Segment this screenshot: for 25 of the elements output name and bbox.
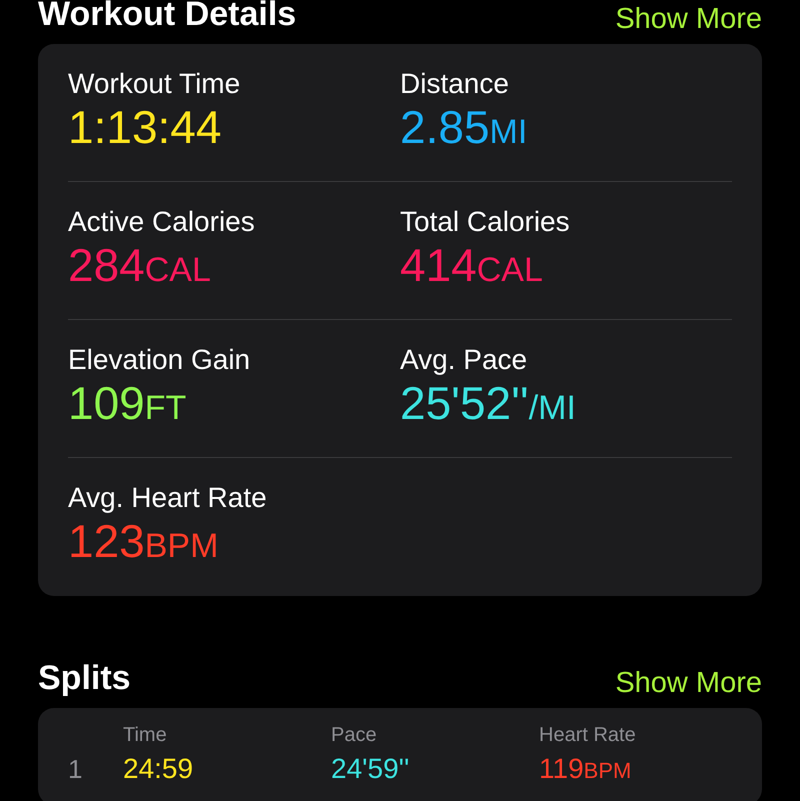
metric-value: 1:13:44 xyxy=(68,102,222,153)
metric-label: Workout Time xyxy=(68,68,242,100)
split-number: 1 xyxy=(68,754,84,784)
metric-value: 25'52''/MI xyxy=(400,378,577,429)
column-header: Time xyxy=(123,724,168,747)
split-value: 119BPM xyxy=(539,753,632,785)
metric-label: Elevation Gain xyxy=(68,344,252,376)
metric-label: Distance xyxy=(400,68,510,100)
metric-label: Avg. Pace xyxy=(400,344,528,376)
split-value: 24:59 xyxy=(123,753,194,785)
column-header: Heart Rate xyxy=(539,724,637,747)
metric-value: 2.85MI xyxy=(400,102,528,153)
metric-value: 123BPM xyxy=(68,516,220,567)
metric-label: Total Calories xyxy=(400,206,571,238)
split-value: 24'59'' xyxy=(331,753,410,785)
metric-label: Active Calories xyxy=(68,206,256,238)
column-header: Pace xyxy=(331,724,378,747)
metric-label: Avg. Heart Rate xyxy=(68,482,268,514)
section-title: Workout Details xyxy=(38,0,296,34)
metric-value: 284CAL xyxy=(68,240,212,291)
show-more-link[interactable]: Show More xyxy=(615,669,762,698)
show-more-link[interactable]: Show More xyxy=(615,5,762,34)
metric-value: 109FT xyxy=(68,378,188,429)
metric-value: 414CAL xyxy=(400,240,544,291)
section-title: Splits xyxy=(38,658,131,698)
